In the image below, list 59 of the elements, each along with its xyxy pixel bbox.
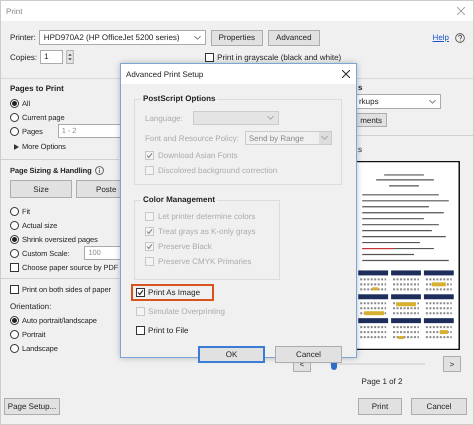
checkbox-label: Preserve CMYK Primaries (158, 257, 252, 266)
radio-button[interactable] (10, 344, 19, 352)
checkbox[interactable] (205, 52, 214, 62)
info-icon (94, 166, 104, 174)
group-title: Color Management (141, 195, 218, 204)
language-label: Language: (145, 114, 184, 122)
orientation-label: Orientation: (10, 301, 52, 313)
help-icon[interactable] (455, 32, 465, 42)
radio-button[interactable] (10, 126, 19, 136)
checkbox-label: Print to File (148, 326, 188, 335)
spinner-icon[interactable] (66, 50, 74, 64)
chevron-down-icon (429, 100, 436, 104)
chevron-down-icon (321, 136, 328, 140)
radio-button[interactable] (10, 316, 19, 324)
printer-dropdown[interactable]: HPD970A2 (HP OfficeJet 5200 series) (38, 30, 206, 45)
checkbox-label: Preserve Black (158, 242, 212, 251)
radio-button[interactable] (10, 234, 19, 244)
preview-title: s (358, 145, 363, 156)
dialog-button[interactable]: OK (198, 346, 265, 363)
checkbox-label: Let printer determine colors (158, 212, 256, 221)
policy-label: Font and Resource Policy: (145, 134, 239, 142)
dialog-title: Advanced Print Setup (126, 70, 204, 78)
checkbox-label: Download Asian Fonts (158, 151, 238, 160)
checkbox-label: Discolored background correction (158, 166, 278, 175)
radio-button[interactable] (10, 112, 19, 122)
radio-button[interactable] (10, 330, 19, 338)
section-title: Pages to Print (10, 84, 65, 95)
cancel-button[interactable]: Cancel (411, 398, 467, 414)
group-title: PostScript Options (141, 94, 218, 103)
printer-button[interactable]: Advanced (268, 30, 320, 46)
checkbox-label: Print As Image (148, 288, 200, 297)
checkbox[interactable] (136, 288, 145, 297)
checkbox[interactable] (10, 262, 19, 272)
help-link[interactable]: Help (432, 33, 449, 42)
radio-button[interactable] (10, 98, 19, 108)
expand-icon[interactable] (14, 144, 19, 150)
radio-button[interactable] (10, 206, 19, 216)
next-page-button[interactable]: > (443, 356, 461, 372)
radio-button[interactable] (10, 248, 19, 258)
close-icon[interactable] (342, 70, 350, 78)
checkbox[interactable] (10, 284, 19, 294)
print-button[interactable]: Print (358, 398, 402, 414)
checkbox-label: Print in grayscale (black and white) (217, 52, 342, 62)
page-setup-button[interactable]: Page Setup... (4, 398, 60, 414)
copies-field[interactable]: 1 (40, 50, 64, 64)
printer-label: Printer: (10, 33, 36, 42)
dialog-button[interactable]: Cancel (275, 346, 342, 363)
chevron-down-icon (267, 116, 274, 120)
checkbox[interactable] (136, 326, 145, 335)
page-indicator: Page 1 of 2 (360, 377, 404, 386)
copies-label: Copies: (10, 52, 38, 62)
sizing-tab-button[interactable]: Size (10, 180, 72, 198)
printer-button[interactable]: Properties (210, 30, 263, 46)
window-title: Print (6, 6, 22, 16)
checkbox-label: Treat grays as K-only grays (158, 227, 256, 236)
checkbox-label: Simulate Overprinting (148, 307, 225, 316)
chevron-down-icon (194, 36, 201, 40)
radio-button[interactable] (10, 220, 19, 230)
section-title: s (358, 83, 364, 94)
